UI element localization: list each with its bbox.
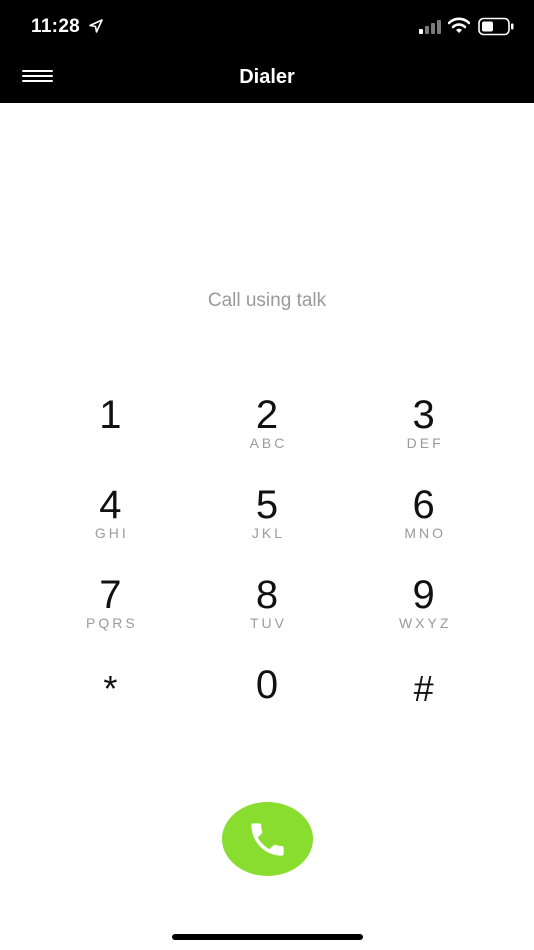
key-digit: 3 <box>412 393 435 437</box>
key-star[interactable]: * <box>32 655 189 745</box>
location-arrow-icon <box>89 19 103 33</box>
cellular-signal-icon <box>419 20 441 34</box>
home-indicator[interactable] <box>172 934 363 940</box>
key-hash[interactable]: # <box>345 655 502 745</box>
key-letters: JKL <box>251 525 286 541</box>
key-digit: 6 <box>412 483 435 527</box>
key-digit: 9 <box>412 573 435 617</box>
key-8[interactable]: 8 TUV <box>189 565 346 655</box>
key-letters: GHI <box>94 525 129 541</box>
key-3[interactable]: 3 DEF <box>345 385 502 475</box>
key-letters: ABC <box>249 435 288 451</box>
call-button[interactable] <box>222 802 313 876</box>
key-digit: * <box>103 668 118 709</box>
phone-icon <box>251 823 284 856</box>
key-digit: 0 <box>255 663 279 707</box>
key-digit: 8 <box>255 573 279 617</box>
key-digit: 1 <box>99 393 122 437</box>
key-digit: 4 <box>99 483 122 527</box>
key-digit: 5 <box>255 483 279 527</box>
key-2[interactable]: 2 ABC <box>189 385 346 475</box>
key-letters: MNO <box>404 525 446 541</box>
key-letters: TUV <box>249 615 287 631</box>
wifi-icon <box>448 17 470 33</box>
key-letters: DEF <box>406 435 444 451</box>
key-letters: PQRS <box>85 615 138 631</box>
status-time: 11:28 <box>31 16 81 37</box>
battery-icon <box>478 17 514 36</box>
key-digit: 2 <box>255 393 279 437</box>
key-digit: 7 <box>99 573 122 617</box>
key-9[interactable]: 9 WXYZ <box>345 565 502 655</box>
key-1[interactable]: 1 <box>32 385 189 475</box>
key-letters: WXYZ <box>398 615 452 631</box>
status-bar: 11:28 <box>0 0 534 52</box>
key-5[interactable]: 5 JKL <box>189 475 346 565</box>
key-7[interactable]: 7 PQRS <box>32 565 189 655</box>
nav-bar: Dialer <box>0 52 534 103</box>
keypad: 1 2 ABC 3 DEF 4 GHI 5 JKL 6 MNO 7 PQRS 8… <box>32 385 502 725</box>
key-4[interactable]: 4 GHI <box>32 475 189 565</box>
key-6[interactable]: 6 MNO <box>345 475 502 565</box>
page-title: Dialer <box>239 66 295 88</box>
key-0[interactable]: 0 <box>189 655 346 745</box>
key-digit: # <box>413 668 434 709</box>
call-using-label: Call using talk <box>207 290 327 311</box>
